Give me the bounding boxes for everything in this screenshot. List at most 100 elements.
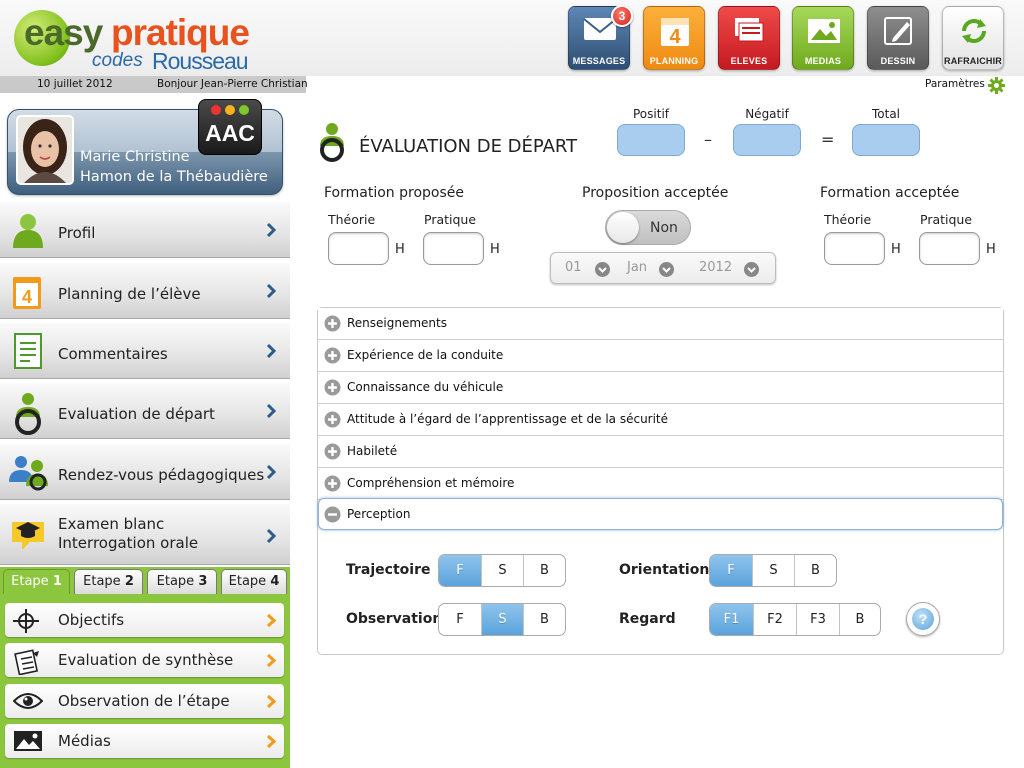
chevron-right-icon: [266, 283, 276, 299]
negative-label: Négatif: [745, 107, 789, 121]
steering-wheel-person-icon: [15, 393, 41, 435]
nav-item-profil[interactable]: Profil: [0, 201, 290, 258]
proposition-acceptee-toggle[interactable]: Non: [605, 210, 691, 245]
refresh-icon: [962, 19, 986, 43]
observation-option-s[interactable]: S: [481, 604, 523, 635]
refresh-button[interactable]: RAFRAICHIR: [942, 6, 1004, 70]
orientation-option-s[interactable]: S: [752, 555, 794, 586]
student-avatar: [16, 115, 74, 185]
pencil-icon: [884, 17, 912, 45]
tab-etape-3[interactable]: Etape 3: [147, 569, 217, 594]
nav-item-planning[interactable]: 4 Planning de l’élève: [0, 262, 290, 319]
svg-text:4: 4: [669, 26, 681, 48]
student-first-name: Marie Christine: [80, 149, 190, 165]
trajectoire-segmented[interactable]: F S B: [438, 554, 566, 587]
nav-item-examen-blanc[interactable]: Examen blanc Interrogation orale: [0, 503, 290, 565]
observation-segmented[interactable]: F S B: [438, 603, 566, 636]
acceptee-pratique-input[interactable]: [919, 232, 980, 265]
regard-option-b[interactable]: B: [839, 604, 880, 635]
regard-label: Regard: [619, 611, 676, 627]
positive-score-field[interactable]: [617, 124, 685, 156]
hours-unit: H: [986, 242, 996, 257]
section-attitude[interactable]: Attitude à l’égard de l’apprentissage et…: [318, 404, 1003, 436]
greeting-text: Bonjour Jean-Pierre Christian: [157, 78, 308, 90]
proposee-theorie-input[interactable]: [328, 232, 389, 265]
regard-option-f2[interactable]: F2: [753, 604, 796, 635]
toggle-knob: [607, 212, 639, 243]
trajectoire-option-f[interactable]: F: [439, 555, 481, 586]
orientation-option-f[interactable]: F: [710, 555, 752, 586]
trajectoire-option-b[interactable]: B: [523, 555, 565, 586]
section-comprehension-memoire[interactable]: Compréhension et mémoire: [318, 468, 1003, 500]
students-button[interactable]: ELEVES: [718, 6, 780, 70]
drawing-button[interactable]: DESSIN: [867, 6, 929, 70]
gear-icon[interactable]: [988, 77, 1005, 94]
chevron-right-icon: [266, 528, 276, 544]
year-value[interactable]: 2012: [699, 260, 732, 275]
chevron-right-icon: [266, 734, 276, 749]
help-button[interactable]: ?: [906, 602, 940, 636]
app-window: easy pratique codes Rousseau 3 MESSAGES …: [0, 0, 1024, 768]
day-value[interactable]: 01: [565, 260, 582, 275]
trajectoire-option-s[interactable]: S: [481, 555, 523, 586]
regard-option-f1[interactable]: F1: [710, 604, 753, 635]
question-mark-icon: ?: [912, 608, 934, 630]
media-button[interactable]: MEDIAS: [792, 6, 854, 70]
chevron-right-icon: [266, 222, 276, 238]
observation-option-b[interactable]: B: [523, 604, 565, 635]
equals-sign: =: [821, 130, 835, 149]
date-picker[interactable]: 01 Jan 2012: [550, 252, 776, 284]
messages-button[interactable]: 3 MESSAGES: [568, 5, 633, 70]
total-label: Total: [871, 107, 901, 121]
observation-option-f[interactable]: F: [439, 604, 481, 635]
expand-plus-icon: [324, 379, 341, 396]
section-perception[interactable]: Perception: [318, 498, 1003, 530]
step-item-objectifs[interactable]: Objectifs: [5, 603, 284, 637]
acceptee-theorie-input[interactable]: [824, 232, 885, 265]
settings-link[interactable]: Paramètres: [925, 78, 985, 90]
step-item-evaluation-synthese[interactable]: Evaluation de synthèse: [5, 643, 284, 677]
hours-unit: H: [891, 242, 901, 257]
regard-option-f3[interactable]: F3: [796, 604, 839, 635]
nav-item-commentaires[interactable]: Commentaires: [0, 322, 290, 379]
chevron-right-icon: [266, 613, 276, 628]
section-habilete[interactable]: Habileté: [318, 436, 1003, 468]
traffic-light-icon: [211, 105, 249, 115]
expand-plus-icon: [324, 443, 341, 460]
chevron-down-icon[interactable]: [595, 262, 610, 277]
regard-segmented[interactable]: F1 F2 F3 B: [709, 603, 881, 636]
tab-etape-4[interactable]: Etape 4: [221, 569, 287, 594]
step-item-observation[interactable]: Observation de l’étape: [5, 684, 284, 718]
month-value[interactable]: Jan: [627, 260, 647, 275]
expand-plus-icon: [324, 411, 341, 428]
proposee-pratique-input[interactable]: [423, 232, 484, 265]
orientation-segmented[interactable]: F S B: [709, 554, 837, 587]
orientation-option-b[interactable]: B: [794, 555, 836, 586]
eye-icon: [13, 693, 43, 709]
negative-score-field[interactable]: [733, 124, 801, 156]
svg-text:4: 4: [22, 287, 32, 307]
total-score-field[interactable]: [852, 124, 920, 156]
current-date: 10 juillet 2012: [37, 78, 113, 90]
trajectoire-label: Trajectoire: [346, 562, 431, 578]
people-icon: [9, 456, 48, 491]
section-renseignements[interactable]: Renseignements: [318, 308, 1003, 340]
student-last-name: Hamon de la Thébaudière: [80, 169, 268, 185]
chevron-right-icon: [266, 694, 276, 709]
chevron-right-icon: [266, 653, 276, 668]
orientation-label: Orientation: [619, 562, 710, 578]
step-item-medias[interactable]: Médias: [5, 724, 284, 758]
target-icon: [13, 609, 39, 633]
nav-item-rendez-vous[interactable]: Rendez-vous pédagogiques: [0, 443, 290, 500]
chevron-down-icon[interactable]: [659, 262, 674, 277]
chevron-down-icon[interactable]: [744, 262, 759, 277]
tab-etape-2[interactable]: Etape 2: [74, 569, 143, 594]
chevron-right-icon: [266, 464, 276, 480]
collapse-minus-icon: [324, 506, 341, 523]
nav-item-evaluation-depart[interactable]: Evaluation de départ: [0, 382, 290, 439]
tab-etape-1[interactable]: Etape 1: [3, 569, 70, 594]
minus-sign: –: [704, 130, 712, 149]
section-experience-conduite[interactable]: Expérience de la conduite: [318, 340, 1003, 372]
planning-button[interactable]: 4 PLANNING: [643, 6, 705, 70]
section-connaissance-vehicule[interactable]: Connaissance du véhicule: [318, 372, 1003, 404]
